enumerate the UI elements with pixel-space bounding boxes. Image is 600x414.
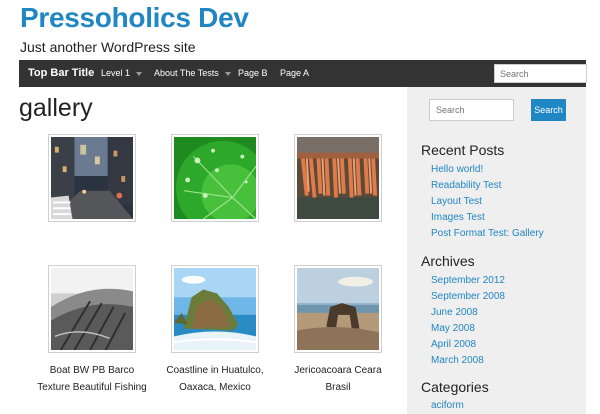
gallery-thumb-city-street[interactable] (48, 134, 136, 222)
gallery-thumb-boat-bw[interactable] (48, 265, 136, 353)
site-description: Just another WordPress site (20, 39, 196, 55)
caret-down-icon (136, 71, 143, 76)
nav-item-page-b[interactable]: Page B (238, 68, 268, 78)
gallery-thumb-green-leaf[interactable] (171, 134, 270, 235)
archive-link[interactable]: April 2008 (431, 339, 476, 350)
orange-wood-image (297, 137, 379, 219)
archives-heading: Archives (421, 253, 475, 269)
category-link[interactable]: aciform (431, 400, 464, 411)
gallery-thumb-coastline[interactable] (171, 265, 259, 353)
site-title[interactable]: Pressoholics Dev (20, 2, 249, 34)
gallery-caption-beach: Jericoacoara Ceara Brasil (294, 365, 382, 393)
city-street-image (51, 137, 133, 219)
categories-heading: Categories (421, 379, 489, 395)
recent-post-link[interactable]: Images Test (431, 212, 485, 223)
top-bar-title[interactable]: Top Bar Title (28, 67, 94, 79)
sidebar: Search Recent Posts Hello world! Readabi… (407, 87, 586, 414)
recent-post-link[interactable]: Post Format Test: Gallery (431, 228, 544, 239)
archive-link[interactable]: March 2008 (431, 355, 484, 366)
recent-post-link[interactable]: Readability Test (431, 180, 501, 191)
gallery-caption-boat: Boat BW PB Barco Texture Beautiful Fishi… (37, 365, 147, 393)
sidebar-search-button[interactable]: Search (531, 99, 566, 121)
gallery-thumb-orange-wood[interactable] (294, 134, 382, 222)
gallery-thumb-beach-rock[interactable] (294, 265, 382, 353)
archive-link[interactable]: September 2008 (431, 291, 505, 302)
page-title: gallery (19, 94, 93, 122)
recent-posts-heading: Recent Posts (421, 142, 505, 158)
archive-link[interactable]: May 2008 (431, 323, 475, 334)
beach-rock-image (297, 268, 379, 350)
top-bar-search-input[interactable] (494, 64, 587, 83)
archive-link[interactable]: September 2012 (431, 275, 505, 286)
archive-link[interactable]: June 2008 (431, 307, 478, 318)
caret-down-icon (224, 71, 231, 76)
gallery-caption-coastline: Coastline in Huatulco, Oaxaca, Mexico (166, 365, 264, 393)
nav-item-level-1[interactable]: Level 1 (101, 68, 143, 78)
nav-item-about-the-tests[interactable]: About The Tests (154, 68, 231, 78)
green-leaf-image (174, 137, 270, 235)
coastline-image (173, 268, 257, 350)
nav-item-page-a[interactable]: Page A (280, 68, 309, 78)
boat-bw-image (51, 268, 133, 351)
recent-post-link[interactable]: Hello world! (431, 164, 483, 175)
recent-post-link[interactable]: Layout Test (431, 196, 482, 207)
sidebar-search-input[interactable] (429, 99, 514, 121)
top-bar: Top Bar Title Level 1 About The Tests Pa… (19, 60, 587, 87)
